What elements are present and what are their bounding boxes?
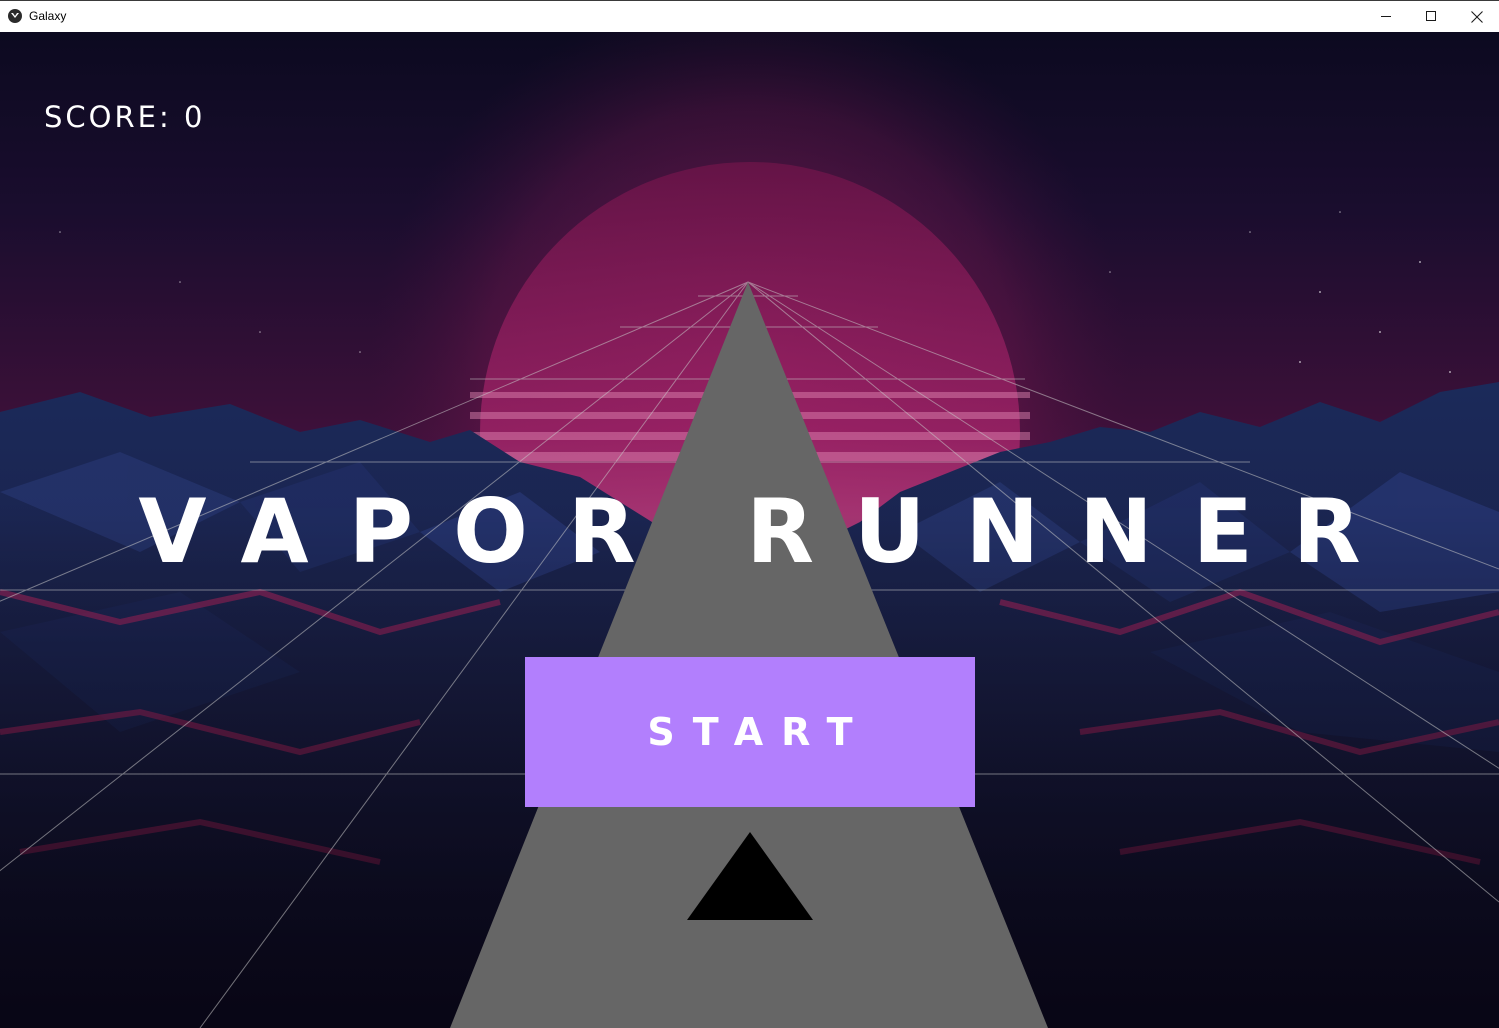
kivy-app-icon xyxy=(8,9,22,23)
game-canvas[interactable]: SCORE: 0 VAPOR RUNNER START xyxy=(0,32,1499,1028)
close-button[interactable] xyxy=(1454,1,1499,32)
close-icon xyxy=(1471,11,1483,23)
minimize-button[interactable] xyxy=(1363,1,1409,32)
app-window: Galaxy SCORE: 0 VAPOR RUNNER START xyxy=(0,0,1499,1028)
score-label: SCORE: 0 xyxy=(44,100,206,134)
window-titlebar[interactable]: Galaxy xyxy=(0,0,1499,32)
game-title: VAPOR RUNNER xyxy=(138,480,1401,583)
start-button[interactable]: START xyxy=(525,657,975,807)
window-title: Galaxy xyxy=(29,9,67,23)
maximize-button[interactable] xyxy=(1408,1,1454,32)
start-button-label: START xyxy=(647,710,871,754)
